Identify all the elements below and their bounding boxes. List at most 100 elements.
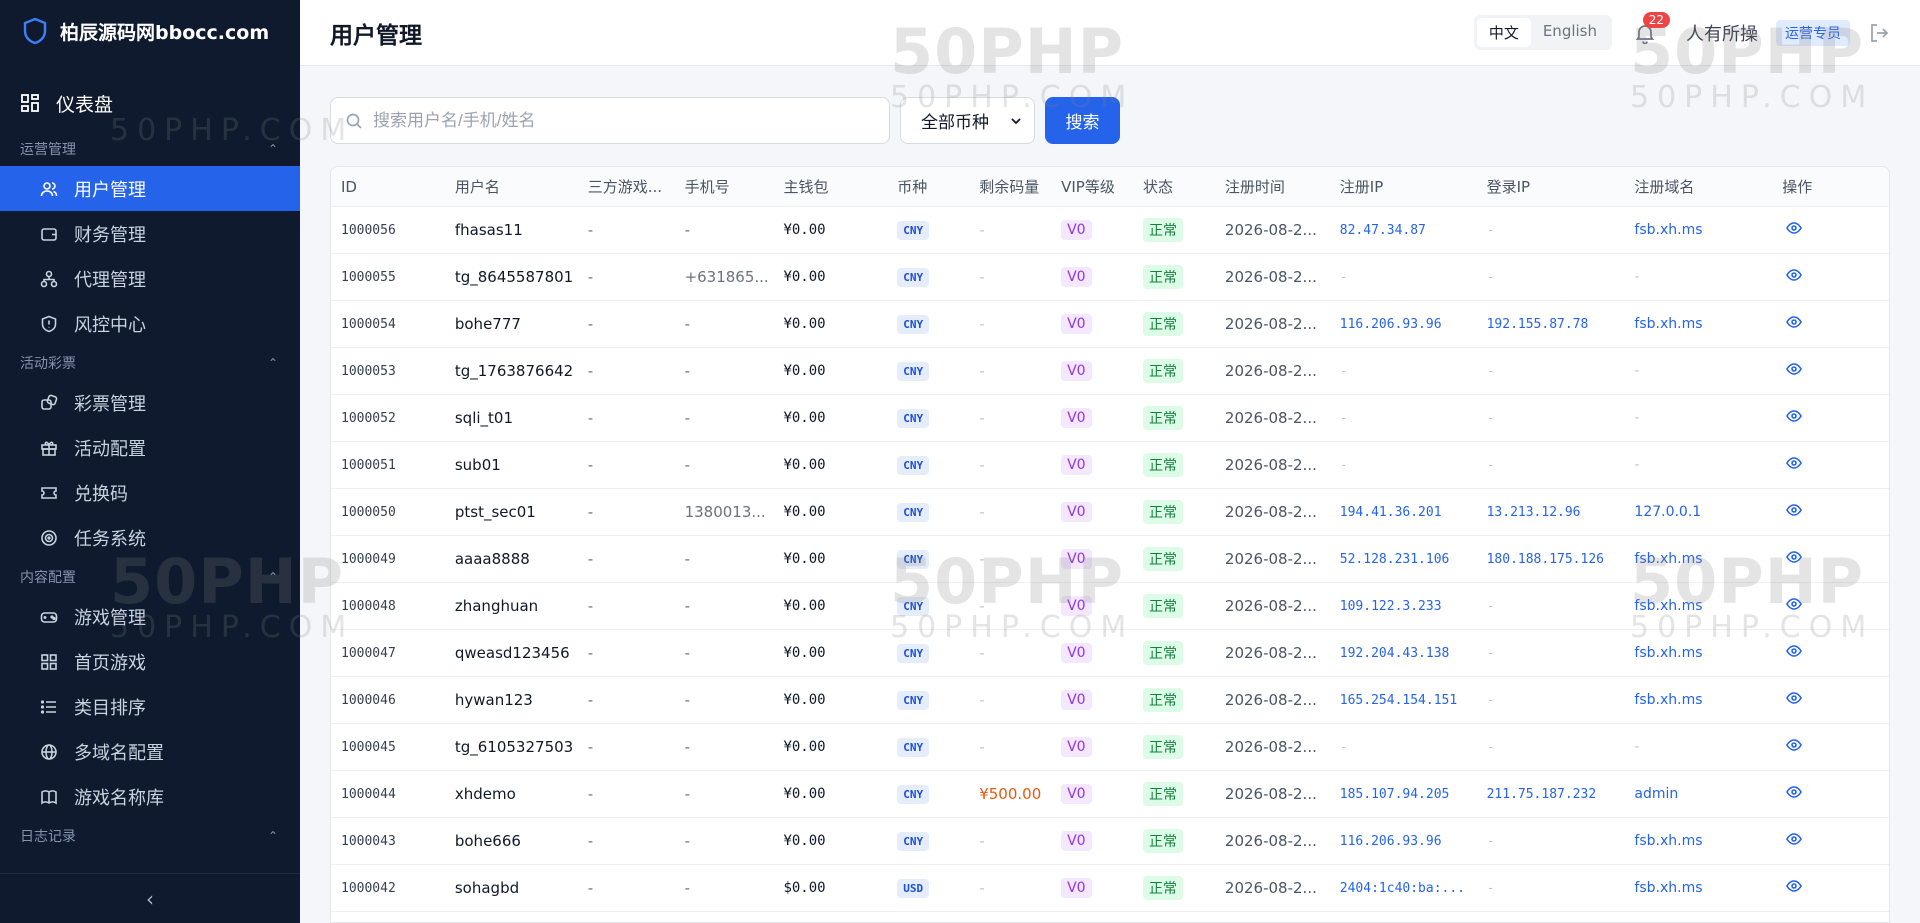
currency-badge: CNY bbox=[897, 409, 930, 428]
cell-vip-level: V0 bbox=[1051, 220, 1133, 240]
sidebar-item-label: 多域名配置 bbox=[74, 742, 164, 764]
sidebar-item-label: 游戏管理 bbox=[74, 607, 146, 629]
view-eye-icon[interactable] bbox=[1782, 690, 1803, 710]
column-header: 主钱包 bbox=[783, 178, 829, 196]
sidebar-item-label: 首页游戏 bbox=[74, 652, 146, 674]
logout-icon[interactable] bbox=[1868, 22, 1890, 44]
page-title: 用户管理 bbox=[330, 22, 422, 49]
cell-third-party-game: - bbox=[587, 409, 594, 427]
cell-main-wallet: ¥0.00 bbox=[783, 786, 826, 802]
sidebar-item-multi-domain[interactable]: 多域名配置 bbox=[0, 729, 300, 774]
cell-remaining-wager: - bbox=[979, 597, 985, 615]
gamepad-icon bbox=[40, 611, 58, 623]
sidebar-item-game-management[interactable]: 游戏管理 bbox=[0, 594, 300, 639]
currency-select[interactable]: 全部币种 bbox=[900, 97, 1035, 144]
currency-badge: CNY bbox=[897, 315, 930, 334]
brand[interactable]: 柏辰源码网bbocc.com bbox=[0, 0, 300, 62]
search-box[interactable] bbox=[330, 97, 890, 144]
sidebar-section-logs[interactable]: 日志记录 ⌃ bbox=[0, 819, 300, 853]
view-eye-icon[interactable] bbox=[1782, 267, 1803, 287]
sidebar-item-lottery[interactable]: 彩票管理 bbox=[0, 380, 300, 425]
search-input[interactable] bbox=[373, 110, 873, 131]
cell-username: tg_8645587801 bbox=[454, 268, 574, 286]
status-badge: 正常 bbox=[1143, 265, 1184, 289]
sidebar-item-game-name-library[interactable]: 游戏名称库 bbox=[0, 774, 300, 819]
view-eye-icon[interactable] bbox=[1782, 455, 1803, 475]
sidebar-section-operations[interactable]: 运营管理 ⌃ bbox=[0, 132, 300, 166]
cell-register-domain: fsb.xh.ms bbox=[1634, 551, 1703, 567]
cell-login-ip: - bbox=[1486, 692, 1495, 708]
sidebar-section-lottery[interactable]: 活动彩票 ⌃ bbox=[0, 346, 300, 380]
cell-login-ip: 192.155.87.78 bbox=[1486, 316, 1589, 332]
view-eye-icon[interactable] bbox=[1782, 220, 1803, 240]
cell-third-party-game: - bbox=[587, 456, 594, 474]
sidebar-item-risk-control[interactable]: 风控中心 bbox=[0, 301, 300, 346]
status-badge: 正常 bbox=[1143, 218, 1184, 242]
cell-username: fhasas11 bbox=[454, 221, 523, 239]
cell-register-ip: 194.41.36.201 bbox=[1339, 504, 1442, 520]
column-header: 操作 bbox=[1782, 178, 1813, 196]
cell-main-wallet: ¥0.00 bbox=[783, 833, 826, 849]
cell-phone: 1380013... bbox=[684, 503, 766, 521]
search-button[interactable]: 搜索 bbox=[1045, 97, 1120, 144]
cell-register-time: 2026-08-2... bbox=[1224, 221, 1317, 239]
status-badge: 正常 bbox=[1143, 547, 1184, 571]
dashboard-icon bbox=[21, 94, 39, 112]
cell-actions bbox=[1772, 455, 1889, 475]
vip-badge: V0 bbox=[1061, 878, 1092, 898]
view-eye-icon[interactable] bbox=[1782, 596, 1803, 616]
lang-option-zh[interactable]: 中文 bbox=[1476, 18, 1531, 47]
cell-main-wallet: ¥0.00 bbox=[783, 457, 826, 473]
lang-option-en[interactable]: English bbox=[1531, 18, 1609, 47]
cell-phone: - bbox=[684, 362, 690, 380]
sidebar-item-redeem-code[interactable]: 兑换码 bbox=[0, 470, 300, 515]
view-eye-icon[interactable] bbox=[1782, 784, 1803, 804]
cell-actions bbox=[1772, 220, 1889, 240]
sidebar-item-dashboard[interactable]: 仪表盘 bbox=[0, 74, 300, 132]
sidebar-item-home-games[interactable]: 首页游戏 bbox=[0, 639, 300, 684]
user-name[interactable]: 人有所操 bbox=[1686, 20, 1758, 46]
view-eye-icon[interactable] bbox=[1782, 361, 1803, 381]
view-eye-icon[interactable] bbox=[1782, 314, 1803, 334]
view-eye-icon[interactable] bbox=[1782, 502, 1803, 522]
cell-register-ip: - bbox=[1339, 410, 1348, 426]
table-body: 1000056 fhasas11 - - ¥0.00 CNY - V0 正常 2026-08-2.… bbox=[331, 207, 1889, 912]
sidebar-item-agents[interactable]: 代理管理 bbox=[0, 256, 300, 301]
currency-badge: CNY bbox=[897, 221, 930, 240]
view-eye-icon[interactable] bbox=[1782, 831, 1803, 851]
collapse-sidebar-button[interactable]: ‹ bbox=[0, 873, 300, 923]
cell-register-time: 2026-08-2... bbox=[1224, 879, 1317, 897]
target-icon bbox=[41, 529, 57, 546]
cell-remaining-wager: - bbox=[979, 644, 985, 662]
cell-status: 正常 bbox=[1133, 312, 1215, 336]
cell-id: 1000048 bbox=[341, 598, 396, 614]
view-eye-icon[interactable] bbox=[1782, 878, 1803, 898]
cell-login-ip: 180.188.175.126 bbox=[1486, 551, 1604, 567]
sidebar-item-category-sort[interactable]: 类目排序 bbox=[0, 684, 300, 729]
cell-third-party-game: - bbox=[587, 691, 594, 709]
sidebar-item-activity-config[interactable]: 活动配置 bbox=[0, 425, 300, 470]
table-row: 1000050 ptst_sec01 - 1380013... ¥0.00 CNY - V0 正… bbox=[331, 489, 1889, 536]
sidebar-section-content[interactable]: 内容配置 ⌃ bbox=[0, 560, 300, 594]
notification-button[interactable]: 22 bbox=[1630, 11, 1670, 48]
sidebar-item-finance[interactable]: 财务管理 bbox=[0, 211, 300, 256]
wallet-icon bbox=[41, 227, 57, 241]
column-header: 剩余码量 bbox=[979, 178, 1040, 196]
cell-login-ip: - bbox=[1486, 457, 1495, 473]
cell-main-wallet: $0.00 bbox=[783, 880, 826, 896]
cell-remaining-wager: - bbox=[979, 315, 985, 333]
view-eye-icon[interactable] bbox=[1782, 549, 1803, 569]
view-eye-icon[interactable] bbox=[1782, 737, 1803, 757]
view-eye-icon[interactable] bbox=[1782, 643, 1803, 663]
sidebar-item-task-system[interactable]: 任务系统 bbox=[0, 515, 300, 560]
cell-currency: CNY bbox=[887, 643, 969, 663]
cell-username: bohe777 bbox=[454, 315, 521, 333]
cell-username: sqli_t01 bbox=[454, 409, 513, 427]
view-eye-icon[interactable] bbox=[1782, 408, 1803, 428]
user-role-badge: 运营专员 bbox=[1776, 19, 1850, 46]
sidebar-item-user-management[interactable]: 用户管理 bbox=[0, 166, 300, 211]
cell-third-party-game: - bbox=[587, 644, 594, 662]
status-badge: 正常 bbox=[1143, 359, 1184, 383]
ticket-icon bbox=[41, 394, 58, 410]
sidebar-item-label: 任务系统 bbox=[74, 528, 146, 550]
